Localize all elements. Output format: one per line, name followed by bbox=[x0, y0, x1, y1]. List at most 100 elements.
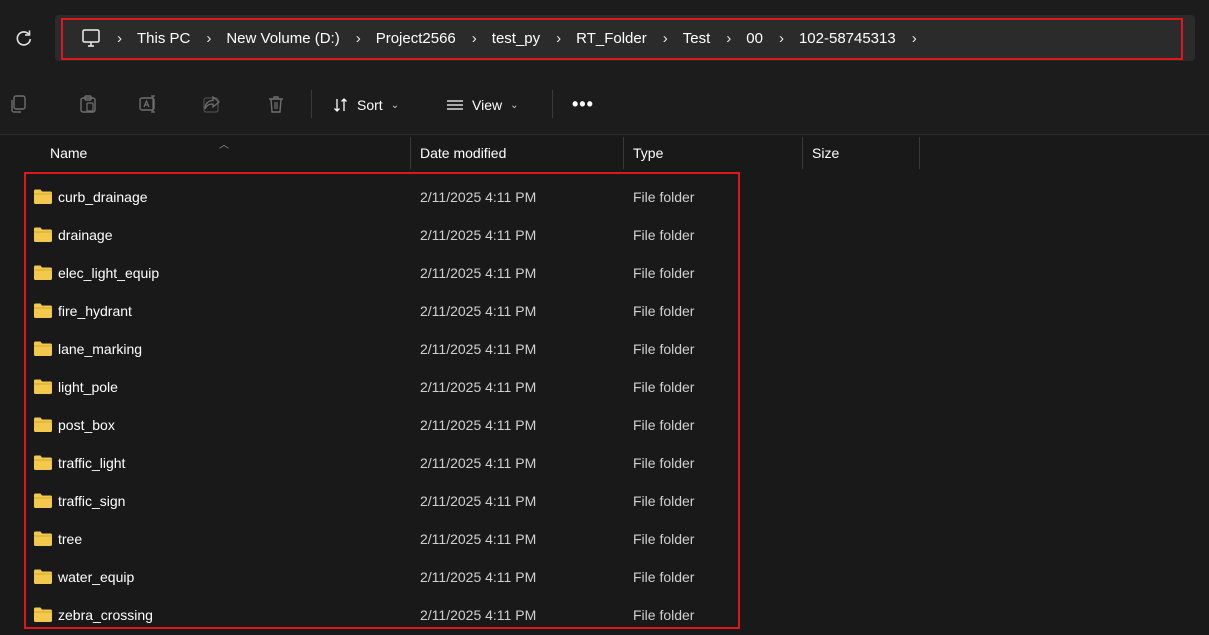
chevron-right-icon[interactable]: › bbox=[117, 30, 122, 47]
monitor-icon[interactable] bbox=[81, 28, 101, 48]
folder-icon bbox=[34, 265, 52, 280]
folder-icon bbox=[34, 303, 52, 318]
breadcrumb-00[interactable]: 00 bbox=[746, 30, 763, 47]
item-name: drainage bbox=[58, 227, 113, 243]
chevron-right-icon[interactable]: › bbox=[912, 30, 917, 47]
folder-icon bbox=[34, 227, 52, 242]
chevron-right-icon[interactable]: › bbox=[472, 30, 477, 47]
view-icon bbox=[447, 100, 463, 110]
breadcrumb-new-volume[interactable]: New Volume (D:) bbox=[226, 30, 339, 47]
item-date: 2/11/2025 4:11 PM bbox=[420, 379, 537, 395]
breadcrumb-test-py[interactable]: test_py bbox=[492, 30, 540, 47]
breadcrumb-project2566[interactable]: Project2566 bbox=[376, 30, 456, 47]
list-item[interactable]: post_box 2/11/2025 4:11 PM File folder bbox=[24, 406, 740, 444]
column-header-type[interactable]: Type bbox=[633, 145, 663, 161]
breadcrumb-rt-folder[interactable]: RT_Folder bbox=[576, 30, 647, 47]
item-type: File folder bbox=[633, 265, 695, 281]
item-name: traffic_sign bbox=[58, 493, 126, 509]
item-date: 2/11/2025 4:11 PM bbox=[420, 265, 537, 281]
list-item[interactable]: zebra_crossing 2/11/2025 4:11 PM File fo… bbox=[24, 596, 740, 634]
list-item[interactable]: lane_marking 2/11/2025 4:11 PM File fold… bbox=[24, 330, 740, 368]
paste-icon[interactable] bbox=[78, 94, 98, 114]
rename-icon[interactable] bbox=[138, 94, 158, 114]
list-item[interactable]: curb_drainage 2/11/2025 4:11 PM File fol… bbox=[24, 178, 740, 216]
item-name: light_pole bbox=[58, 379, 118, 395]
list-item[interactable]: traffic_sign 2/11/2025 4:11 PM File fold… bbox=[24, 482, 740, 520]
view-button[interactable]: View ⌄ bbox=[446, 91, 518, 119]
item-date: 2/11/2025 4:11 PM bbox=[420, 607, 537, 623]
sort-label: Sort bbox=[357, 97, 383, 113]
item-date: 2/11/2025 4:11 PM bbox=[420, 341, 537, 357]
copy-icon[interactable] bbox=[8, 94, 28, 114]
column-header-row: ︿ Name Date modified Type Size bbox=[0, 135, 1209, 171]
delete-icon[interactable] bbox=[266, 94, 286, 114]
list-item[interactable]: traffic_light 2/11/2025 4:11 PM File fol… bbox=[24, 444, 740, 482]
item-name: elec_light_equip bbox=[58, 265, 160, 281]
column-divider[interactable] bbox=[802, 137, 803, 169]
command-bar: Sort ⌄ View ⌄ ••• bbox=[0, 76, 1209, 135]
item-name: water_equip bbox=[58, 569, 135, 585]
chevron-right-icon[interactable]: › bbox=[663, 30, 668, 47]
item-type: File folder bbox=[633, 455, 695, 471]
item-type: File folder bbox=[633, 493, 695, 509]
item-date: 2/11/2025 4:11 PM bbox=[420, 189, 537, 205]
column-header-name[interactable]: Name bbox=[50, 145, 87, 161]
list-item[interactable]: water_equip 2/11/2025 4:11 PM File folde… bbox=[24, 558, 740, 596]
folder-icon bbox=[34, 341, 52, 356]
item-name: curb_drainage bbox=[58, 189, 148, 205]
item-type: File folder bbox=[633, 341, 695, 357]
breadcrumb-this-pc[interactable]: This PC bbox=[137, 30, 190, 47]
item-date: 2/11/2025 4:11 PM bbox=[420, 531, 537, 547]
chevron-down-icon: ⌄ bbox=[390, 99, 400, 111]
item-name: tree bbox=[58, 531, 83, 547]
chevron-down-icon: ⌄ bbox=[510, 99, 519, 111]
list-item[interactable]: drainage 2/11/2025 4:11 PM File folder bbox=[24, 216, 740, 254]
chevron-right-icon[interactable]: › bbox=[779, 30, 784, 47]
list-item[interactable]: light_pole 2/11/2025 4:11 PM File folder bbox=[24, 368, 740, 406]
item-date: 2/11/2025 4:11 PM bbox=[420, 303, 537, 319]
folder-icon bbox=[34, 455, 52, 470]
share-icon[interactable] bbox=[202, 94, 222, 114]
view-label: View bbox=[472, 97, 503, 113]
column-divider[interactable] bbox=[410, 137, 411, 169]
chevron-right-icon[interactable]: › bbox=[556, 30, 561, 47]
list-item[interactable]: elec_light_equip 2/11/2025 4:11 PM File … bbox=[24, 254, 740, 292]
item-type: File folder bbox=[633, 379, 695, 395]
column-divider[interactable] bbox=[623, 137, 624, 169]
item-type: File folder bbox=[633, 417, 695, 433]
breadcrumb-test[interactable]: Test bbox=[683, 30, 711, 47]
item-type: File folder bbox=[633, 607, 695, 623]
item-type: File folder bbox=[633, 227, 695, 243]
address-bar-row: › This PC › New Volume (D:) › Project256… bbox=[0, 0, 1209, 76]
folder-icon bbox=[34, 379, 52, 394]
refresh-icon[interactable] bbox=[14, 28, 34, 48]
column-divider[interactable] bbox=[919, 137, 920, 169]
list-item[interactable]: tree 2/11/2025 4:11 PM File folder bbox=[24, 520, 740, 558]
item-date: 2/11/2025 4:11 PM bbox=[420, 227, 537, 243]
column-header-size[interactable]: Size bbox=[812, 145, 839, 161]
item-type: File folder bbox=[633, 189, 695, 205]
toolbar-divider bbox=[311, 90, 312, 118]
item-name: post_box bbox=[58, 417, 115, 433]
item-date: 2/11/2025 4:11 PM bbox=[420, 493, 537, 509]
item-name: fire_hydrant bbox=[58, 303, 132, 319]
file-list: curb_drainage 2/11/2025 4:11 PM File fol… bbox=[24, 172, 740, 629]
item-type: File folder bbox=[633, 569, 695, 585]
address-bar[interactable]: › This PC › New Volume (D:) › Project256… bbox=[55, 15, 1195, 61]
toolbar-divider bbox=[552, 90, 553, 118]
chevron-right-icon[interactable]: › bbox=[206, 30, 211, 47]
list-item[interactable]: fire_hydrant 2/11/2025 4:11 PM File fold… bbox=[24, 292, 740, 330]
item-type: File folder bbox=[633, 303, 695, 319]
column-header-date-modified[interactable]: Date modified bbox=[420, 145, 506, 161]
more-options-icon[interactable]: ••• bbox=[572, 94, 594, 115]
item-date: 2/11/2025 4:11 PM bbox=[420, 569, 537, 585]
folder-icon bbox=[34, 189, 52, 204]
item-name: lane_marking bbox=[58, 341, 143, 357]
chevron-right-icon[interactable]: › bbox=[726, 30, 731, 47]
folder-icon bbox=[34, 493, 52, 508]
breadcrumb-102-58745313[interactable]: 102-58745313 bbox=[799, 30, 896, 47]
breadcrumb: › This PC › New Volume (D:) › Project256… bbox=[81, 15, 932, 61]
item-name: zebra_crossing bbox=[58, 607, 153, 623]
chevron-right-icon[interactable]: › bbox=[356, 30, 361, 47]
sort-button[interactable]: Sort ⌄ bbox=[333, 91, 399, 119]
